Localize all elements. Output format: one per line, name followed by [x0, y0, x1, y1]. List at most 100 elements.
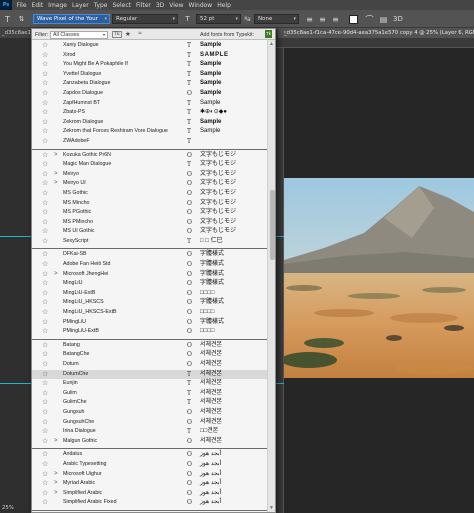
font-row[interactable]: ☆ MingLiU_HKSCS-ExtB O □□□□ — [32, 308, 267, 318]
font-row[interactable]: ☆ MS UI Gothic O 文字もじモジ — [32, 227, 267, 237]
font-row[interactable]: ☆ > Microsoft Uighur O أبجد هوز — [32, 470, 267, 480]
favorite-star-icon[interactable]: ☆ — [42, 41, 48, 51]
favorite-star-icon[interactable]: ☆ — [42, 450, 48, 460]
font-row[interactable]: ☆ Zanzabeta Dialogue T Sample — [32, 79, 267, 89]
font-row[interactable]: ☆ Magic Man Dialogue T 文字もじモジ — [32, 160, 267, 170]
expand-chevron-icon[interactable]: > — [54, 270, 58, 280]
favorite-star-icon[interactable]: ☆ — [42, 327, 48, 337]
font-list-scrollbar[interactable]: ▲ ▼ — [267, 40, 275, 512]
favorite-star-icon[interactable]: ☆ — [42, 379, 48, 389]
favorite-star-icon[interactable]: ☆ — [42, 99, 48, 109]
expand-chevron-icon[interactable]: > — [54, 179, 58, 189]
font-row[interactable]: ☆ ZWAdobeF T — [32, 137, 267, 147]
font-row[interactable]: ☆ PMingLiU O 字體樣式 — [32, 318, 267, 328]
font-row[interactable]: ☆ GungsuhChe O 서체견본 — [32, 418, 267, 428]
antialias-select[interactable]: None ▾ — [254, 14, 299, 24]
favorite-star-icon[interactable]: ☆ — [42, 237, 48, 247]
favorite-star-icon[interactable]: ☆ — [42, 489, 48, 499]
text-color-swatch[interactable] — [349, 14, 358, 24]
align-right-icon[interactable]: ≡ — [331, 15, 340, 24]
favorite-star-icon[interactable]: ☆ — [42, 408, 48, 418]
font-row[interactable]: ☆ Arabic Typesetting O أبجد هوز — [32, 460, 267, 470]
scroll-down-icon[interactable]: ▼ — [269, 505, 274, 511]
font-row[interactable]: ☆ SexyScript T □ □ 仁巳 — [32, 237, 267, 247]
font-row[interactable]: ☆ You Might Be A Pokaphile If T Sample — [32, 60, 267, 70]
font-list[interactable]: ☆ Xaniy Dialogue T Sample ☆ Xirod T SAMPLE ☆ You … — [32, 40, 267, 512]
menu-view[interactable]: View — [167, 2, 186, 9]
font-row[interactable]: ☆ Gulim T 서체견본 — [32, 389, 267, 399]
font-row[interactable]: ☆ > Myriad Arabic O أبجد هوز — [32, 479, 267, 489]
favorite-star-icon[interactable]: ☆ — [42, 89, 48, 99]
canvas-image[interactable] — [284, 178, 474, 378]
favorite-star-icon[interactable]: ☆ — [42, 437, 48, 447]
favorite-star-icon[interactable]: ☆ — [42, 250, 48, 260]
document-tab-active[interactable]: _d35c8ae1-f1ca-47ce-90d4-aea375a1e570 co… — [278, 28, 474, 38]
favorite-star-icon[interactable]: ☆ — [42, 227, 48, 237]
menu-window[interactable]: Window — [186, 2, 215, 9]
typekit-filter-icon[interactable]: Tk — [112, 31, 122, 38]
font-row[interactable]: ☆ PMingLiU-ExtB O □□□□ — [32, 327, 267, 337]
favorite-star-icon[interactable]: ☆ — [42, 151, 48, 161]
font-style-select[interactable]: Regular ▾ — [112, 14, 178, 24]
3d-icon[interactable]: 3D — [393, 15, 403, 24]
type-tool-icon[interactable]: T — [3, 15, 12, 24]
favorite-star-icon[interactable]: ☆ — [42, 418, 48, 428]
font-row[interactable]: ☆ DFKai-SB O 字體樣式 — [32, 250, 267, 260]
favorite-star-icon[interactable]: ☆ — [42, 108, 48, 118]
font-row[interactable]: ☆ Yvettel Dialogue T Sample — [32, 70, 267, 80]
favorite-star-icon[interactable]: ☆ — [42, 270, 48, 280]
font-row[interactable]: ☆ MS Mincho O 文字もじモジ — [32, 199, 267, 209]
align-left-icon[interactable]: ≡ — [305, 15, 314, 24]
favorite-star-icon[interactable]: ☆ — [42, 398, 48, 408]
favorite-star-icon[interactable]: ☆ — [42, 160, 48, 170]
favorite-star-icon[interactable]: ☆ — [42, 70, 48, 80]
font-row[interactable]: ☆ Xaniy Dialogue T Sample — [32, 41, 267, 51]
scroll-up-icon[interactable]: ▲ — [269, 41, 274, 47]
font-row[interactable]: ☆ MingLiU_HKSCS O 字體樣式 — [32, 298, 267, 308]
favorite-star-icon[interactable]: ☆ — [42, 51, 48, 61]
font-row[interactable]: ☆ Dotum O 서체견본 — [32, 360, 267, 370]
favorite-star-icon[interactable]: ☆ — [42, 341, 48, 351]
font-row[interactable]: ☆ Adobe Fan Heiti Std O 字體樣式 — [32, 260, 267, 270]
favorite-star-icon[interactable]: ☆ — [42, 118, 48, 128]
favorites-filter-star-icon[interactable]: ★ — [125, 30, 131, 38]
close-tab-icon[interactable]: × — [283, 28, 287, 38]
font-row[interactable]: ☆ > Meiryo UI O 文字もじモジ — [32, 179, 267, 189]
menu-3d[interactable]: 3D — [153, 2, 166, 9]
character-panel-icon[interactable]: ▤ — [379, 15, 388, 24]
font-row[interactable]: ☆ MS PGothic O 文字もじモジ — [32, 208, 267, 218]
font-row[interactable]: ☆ Xirod T SAMPLE — [32, 51, 267, 61]
font-row[interactable]: ☆ Andalus O أبجد هوز — [32, 450, 267, 460]
favorite-star-icon[interactable]: ☆ — [42, 318, 48, 328]
font-row[interactable]: ☆ > Malgun Gothic O 서체견본 — [32, 437, 267, 447]
favorite-star-icon[interactable]: ☆ — [42, 199, 48, 209]
expand-chevron-icon[interactable]: > — [54, 479, 58, 489]
expand-chevron-icon[interactable]: > — [54, 489, 58, 499]
menu-image[interactable]: Image — [46, 2, 70, 9]
favorite-star-icon[interactable]: ☆ — [42, 308, 48, 318]
font-row[interactable]: ☆ MingLiU-ExtB O □□□□ — [32, 289, 267, 299]
font-row[interactable]: ☆ MS Gothic O 文字もじモジ — [32, 189, 267, 199]
favorite-star-icon[interactable]: ☆ — [42, 189, 48, 199]
menu-type[interactable]: Type — [91, 2, 110, 9]
font-row[interactable]: ☆ Batang O 서체견본 — [32, 341, 267, 351]
favorite-star-icon[interactable]: ☆ — [42, 127, 48, 137]
favorite-star-icon[interactable]: ☆ — [42, 427, 48, 437]
font-row[interactable]: ☆ Gungsuh O 서체견본 — [32, 408, 267, 418]
favorite-star-icon[interactable]: ☆ — [42, 370, 48, 380]
font-row[interactable]: ☆ Simplified Arabic Fixed O أبجد هوز — [32, 498, 267, 508]
font-row[interactable]: ☆ > Microsoft JhengHei O 字體樣式 — [32, 270, 267, 280]
favorite-star-icon[interactable]: ☆ — [42, 470, 48, 480]
expand-chevron-icon[interactable]: > — [54, 470, 58, 480]
menu-filter[interactable]: Filter — [134, 2, 154, 9]
font-row[interactable]: ☆ DotumChe T 서체견본 — [32, 369, 267, 380]
font-class-filter-select[interactable]: All Classes ▾ — [50, 30, 108, 39]
typekit-add-icon[interactable]: Tk — [265, 30, 272, 38]
favorite-star-icon[interactable]: ☆ — [42, 218, 48, 228]
expand-chevron-icon[interactable]: > — [54, 437, 58, 447]
favorite-star-icon[interactable]: ☆ — [42, 460, 48, 470]
align-center-icon[interactable]: ≡ — [318, 15, 327, 24]
favorite-star-icon[interactable]: ☆ — [42, 479, 48, 489]
font-row[interactable]: ☆ GulimChe T 서체견본 — [32, 398, 267, 408]
menu-layer[interactable]: Layer — [69, 2, 91, 9]
